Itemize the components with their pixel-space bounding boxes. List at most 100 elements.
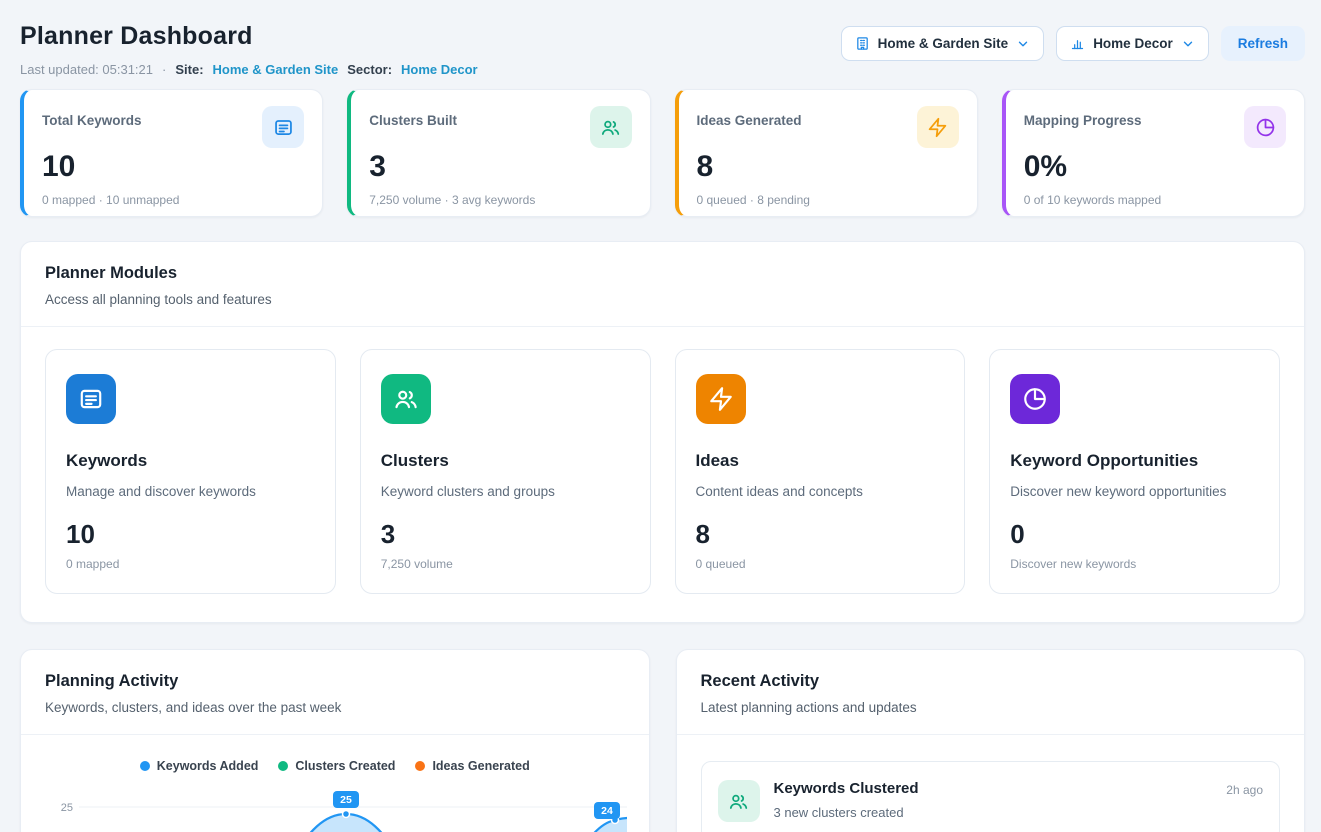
stat-label: Clusters Built — [369, 113, 457, 128]
panel-header: Recent Activity Latest planning actions … — [677, 650, 1305, 734]
site-label: Site: — [175, 62, 203, 77]
refresh-button[interactable]: Refresh — [1221, 26, 1305, 61]
legend-item-ideas-generated: Ideas Generated — [415, 759, 529, 773]
stat-value: 10 — [42, 150, 304, 184]
pie-chart-icon — [1010, 374, 1060, 424]
stat-card-ideas-generated: Ideas Generated 8 0 queued · 8 pending — [675, 89, 978, 217]
bottom-row: Planning Activity Keywords, clusters, an… — [20, 649, 1305, 832]
chart-legend: Keywords Added Clusters Created Ideas Ge… — [21, 735, 649, 773]
legend-label: Clusters Created — [295, 759, 395, 773]
module-caption: 0 mapped — [66, 557, 315, 571]
activity-list-item: Keywords Clustered 3 new clusters create… — [701, 761, 1281, 832]
stat-card-clusters-built: Clusters Built 3 7,250 volume · 3 avg ke… — [347, 89, 650, 217]
planner-modules-panel: Planner Modules Access all planning tool… — [20, 241, 1305, 623]
stat-label: Mapping Progress — [1024, 113, 1142, 128]
module-title: Keywords — [66, 451, 315, 471]
planning-activity-title: Planning Activity — [45, 672, 625, 691]
point-label-24: 24 — [594, 802, 620, 819]
users-icon — [590, 106, 632, 148]
bar-chart-icon — [1070, 36, 1085, 51]
sector-link[interactable]: Home Decor — [401, 62, 478, 77]
module-caption: 7,250 volume — [381, 557, 630, 571]
sector-selector-value: Home Decor — [1093, 36, 1173, 51]
area-chart: 25 25 — [45, 785, 625, 832]
header-left: Planner Dashboard Last updated: 05:31:21… — [20, 14, 478, 77]
modules-grid: Keywords Manage and discover keywords 10… — [21, 327, 1304, 622]
document-icon — [66, 374, 116, 424]
page-title: Planner Dashboard — [20, 22, 478, 51]
module-description: Keyword clusters and groups — [381, 484, 630, 499]
svg-text:24: 24 — [601, 805, 613, 817]
y-axis-tick-25: 25 — [61, 802, 73, 814]
stat-card-mapping-progress: Mapping Progress 0% 0 of 10 keywords map… — [1002, 89, 1305, 217]
meta-dot-separator: · — [162, 62, 166, 77]
stat-value: 8 — [697, 150, 959, 184]
module-title: Clusters — [381, 451, 630, 471]
legend-label: Ideas Generated — [432, 759, 529, 773]
page-header: Planner Dashboard Last updated: 05:31:21… — [20, 14, 1305, 77]
recent-activity-panel: Recent Activity Latest planning actions … — [676, 649, 1306, 832]
recent-activity-title: Recent Activity — [701, 672, 1281, 691]
site-selector-value: Home & Garden Site — [878, 36, 1009, 51]
recent-activity-subtitle: Latest planning actions and updates — [701, 700, 1281, 715]
sector-selector-dropdown[interactable]: Home Decor — [1056, 26, 1209, 61]
stat-caption: 0 mapped · 10 unmapped — [42, 193, 304, 207]
pie-chart-icon — [1244, 106, 1286, 148]
legend-dot-blue — [140, 761, 150, 771]
planning-activity-chart-svg: 25 25 — [45, 785, 627, 832]
stat-label: Total Keywords — [42, 113, 142, 128]
header-meta: Last updated: 05:31:21 · Site: Home & Ga… — [20, 62, 478, 77]
activity-item-title: Keywords Clustered — [774, 780, 1213, 797]
module-caption: 0 queued — [696, 557, 945, 571]
bolt-icon — [917, 106, 959, 148]
panel-header: Planning Activity Keywords, clusters, an… — [21, 650, 649, 734]
module-card-keywords[interactable]: Keywords Manage and discover keywords 10… — [45, 349, 336, 594]
module-value: 8 — [696, 519, 945, 550]
modules-title: Planner Modules — [45, 264, 1280, 283]
planning-activity-panel: Planning Activity Keywords, clusters, an… — [20, 649, 650, 832]
module-description: Manage and discover keywords — [66, 484, 315, 499]
modules-subtitle: Access all planning tools and features — [45, 292, 1280, 307]
activity-item-body: Keywords Clustered 3 new clusters create… — [774, 780, 1213, 820]
users-icon — [381, 374, 431, 424]
stat-caption: 0 of 10 keywords mapped — [1024, 193, 1286, 207]
module-card-ideas[interactable]: Ideas Content ideas and concepts 8 0 que… — [675, 349, 966, 594]
site-selector-dropdown[interactable]: Home & Garden Site — [841, 26, 1045, 61]
chevron-down-icon — [1016, 37, 1030, 51]
users-icon — [718, 780, 760, 822]
divider — [677, 734, 1305, 735]
sector-label: Sector: — [347, 62, 392, 77]
stat-label: Ideas Generated — [697, 113, 802, 128]
stat-card-top: Total Keywords — [42, 106, 304, 148]
bolt-icon — [696, 374, 746, 424]
legend-dot-green — [278, 761, 288, 771]
last-updated-text: Last updated: 05:31:21 — [20, 62, 153, 77]
planner-dashboard-page: Planner Dashboard Last updated: 05:31:21… — [0, 0, 1321, 832]
stat-value: 0% — [1024, 150, 1286, 184]
stat-cards-row: Total Keywords 10 0 mapped · 10 unmapped… — [20, 89, 1305, 217]
module-value: 3 — [381, 519, 630, 550]
svg-text:25: 25 — [340, 794, 352, 806]
stat-card-top: Mapping Progress — [1024, 106, 1286, 148]
stat-card-total-keywords: Total Keywords 10 0 mapped · 10 unmapped — [20, 89, 323, 217]
module-title: Ideas — [696, 451, 945, 471]
legend-item-keywords-added: Keywords Added — [140, 759, 259, 773]
legend-dot-orange — [415, 761, 425, 771]
module-card-clusters[interactable]: Clusters Keyword clusters and groups 3 7… — [360, 349, 651, 594]
point-label-25: 25 — [333, 791, 359, 808]
stat-caption: 7,250 volume · 3 avg keywords — [369, 193, 631, 207]
stat-value: 3 — [369, 150, 631, 184]
building-icon — [855, 36, 870, 51]
activity-item-timestamp: 2h ago — [1226, 783, 1263, 797]
module-card-keyword-opportunities[interactable]: Keyword Opportunities Discover new keywo… — [989, 349, 1280, 594]
stat-card-top: Ideas Generated — [697, 106, 959, 148]
activity-item-description: 3 new clusters created — [774, 805, 1213, 820]
stat-card-top: Clusters Built — [369, 106, 631, 148]
panel-header: Planner Modules Access all planning tool… — [21, 242, 1304, 326]
site-link[interactable]: Home & Garden Site — [213, 62, 339, 77]
legend-label: Keywords Added — [157, 759, 259, 773]
document-icon — [262, 106, 304, 148]
module-value: 0 — [1010, 519, 1259, 550]
legend-item-clusters-created: Clusters Created — [278, 759, 395, 773]
module-value: 10 — [66, 519, 315, 550]
